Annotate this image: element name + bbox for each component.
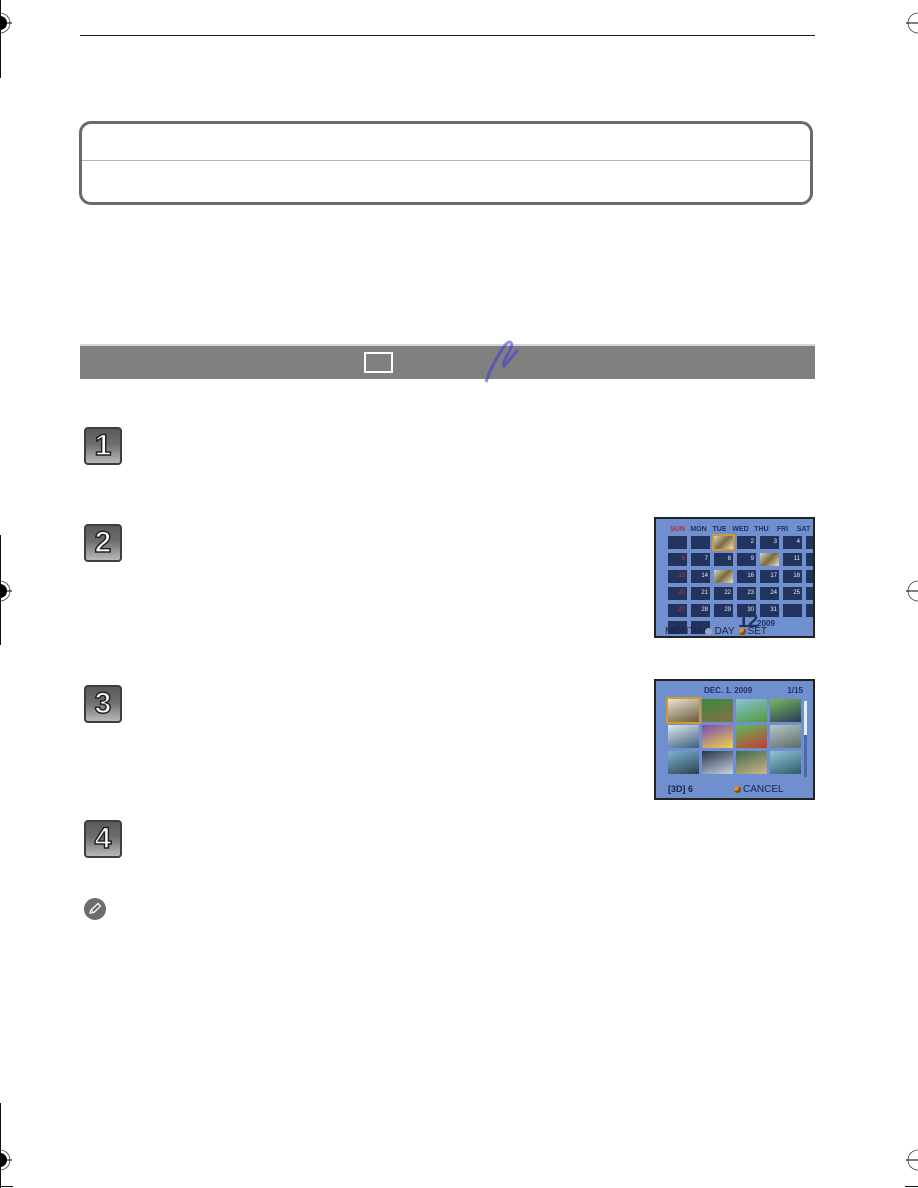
- calendar-day-9[interactable]: 9: [737, 553, 756, 566]
- calendar-day-22[interactable]: 22: [714, 587, 733, 600]
- title-box-divider: [82, 160, 810, 161]
- step-2-badge: 2: [84, 524, 122, 562]
- calendar-footer: MONTH DAY SET: [665, 626, 767, 637]
- calendar-day-19[interactable]: 19: [806, 570, 813, 583]
- menu-set-button-icon: [734, 786, 741, 793]
- thumbnail-person-on-lawn[interactable]: [702, 699, 733, 722]
- thumbnail-person-outdoors[interactable]: [770, 699, 801, 722]
- calendar-day-20[interactable]: 20: [668, 587, 687, 600]
- registration-mark-middle-left: [0, 578, 13, 604]
- calendar-day-31[interactable]: 31: [760, 604, 779, 617]
- thumbnail-grid: [666, 697, 801, 774]
- weekday-fri: FRI: [776, 526, 789, 533]
- cancel-label: CANCEL: [743, 784, 784, 795]
- calendar-day-13[interactable]: 13: [668, 570, 687, 583]
- calendar-day-18[interactable]: 18: [783, 570, 802, 583]
- playback-mode-icon: [364, 352, 393, 373]
- thumbnail-family-closeup[interactable]: [736, 751, 767, 774]
- crop-mark-bottom-right: [905, 1186, 918, 1187]
- calendar-day-29[interactable]: 29: [714, 604, 733, 617]
- step-1-badge: 1: [84, 427, 122, 465]
- menu-set-button-icon: [738, 628, 746, 635]
- calendar-day-12[interactable]: 12: [806, 553, 813, 566]
- thumbnail-couple-beach[interactable]: [668, 751, 699, 774]
- calendar-day-10[interactable]: [760, 553, 779, 566]
- thumbnail-page-counter: 1/15: [787, 686, 803, 695]
- thumbnail-seaside-walk[interactable]: [770, 751, 801, 774]
- calendar-day-5[interactable]: 5: [806, 536, 813, 549]
- thumbnail-bride-portrait[interactable]: [666, 697, 701, 724]
- calendar-empty-cell: [806, 604, 813, 617]
- header-rule: [80, 35, 815, 36]
- calendar-day-14[interactable]: 14: [691, 570, 710, 583]
- registration-mark-top-right: [905, 10, 918, 36]
- thumbnail-beach-shore[interactable]: [770, 725, 801, 748]
- step-2-number: 2: [94, 526, 112, 559]
- calendar-day-6[interactable]: 6: [668, 553, 687, 566]
- crop-mark-bottom-left: [0, 1186, 13, 1187]
- calendar-day-11[interactable]: 11: [783, 553, 802, 566]
- thumbnail-child-red-shirt[interactable]: [736, 725, 767, 748]
- calendar-weekday-row: SUN MON TUE WED THU FRI SAT: [667, 526, 813, 533]
- thumbnail-date: DEC. 1. 2009: [704, 686, 753, 695]
- display-mode-indicator: [3D] 6: [668, 784, 694, 794]
- set-label: SET: [747, 626, 767, 637]
- weekday-wed: WED: [732, 526, 749, 533]
- calendar-day-28[interactable]: 28: [691, 604, 710, 617]
- day-label: DAY: [714, 626, 735, 637]
- thumbnail-screen: DEC. 1. 2009 1/15 [3D] 6 CANCEL: [654, 679, 815, 800]
- calendar-day-15[interactable]: [714, 570, 733, 583]
- calendar-day-3[interactable]: 3: [760, 536, 779, 549]
- crop-mark-left-bottom: [0, 1103, 1, 1188]
- calendar-screen: SUNMONTUEWEDTHUFRISAT 234567891112131416…: [654, 517, 815, 638]
- calendar-day-8[interactable]: 8: [714, 553, 733, 566]
- calendar-empty-cell: [691, 536, 710, 549]
- step-3-number: 3: [94, 687, 112, 720]
- calendar-day-24[interactable]: 24: [760, 587, 779, 600]
- registration-mark-top-left: [0, 10, 13, 36]
- scrollbar-thumb: [804, 701, 807, 735]
- weekday-sat: SAT: [796, 526, 811, 533]
- thumbnail-purple-flower[interactable]: [702, 725, 733, 748]
- thumbnail-child-laughing[interactable]: [668, 725, 699, 748]
- calendar-day-16[interactable]: 16: [737, 570, 756, 583]
- registration-mark-bottom-left: [0, 1147, 13, 1173]
- up-down-arrow-icon: [704, 628, 712, 635]
- weekday-thu: THU: [754, 526, 769, 533]
- weekday-tue: TUE: [712, 526, 727, 533]
- calendar-day-25[interactable]: 25: [783, 587, 802, 600]
- thumbnail-garden-field[interactable]: [736, 699, 767, 722]
- weekday-mon: MON: [690, 526, 707, 533]
- calendar-day-7[interactable]: 7: [691, 553, 710, 566]
- calendar-day-21[interactable]: 21: [691, 587, 710, 600]
- calendar-day-23[interactable]: 23: [737, 587, 756, 600]
- calendar-day-1[interactable]: [712, 534, 735, 551]
- watermark-mark: [484, 340, 520, 383]
- calendar-day-17[interactable]: 17: [760, 570, 779, 583]
- calendar-day-4[interactable]: 4: [783, 536, 802, 549]
- pencil-note-icon: [84, 898, 106, 920]
- calendar-empty-cell: [668, 536, 687, 549]
- step-1-number: 1: [94, 429, 112, 462]
- weekday-sun: SUN: [670, 526, 685, 533]
- step-4-number: 4: [94, 822, 112, 855]
- thumbnail-scrollbar: [804, 701, 807, 777]
- step-4-badge: 4: [84, 820, 122, 858]
- title-box: [79, 121, 813, 205]
- month-label: MONTH: [665, 626, 702, 637]
- registration-mark-bottom-right: [905, 1147, 918, 1173]
- calendar-day-26[interactable]: 26: [806, 587, 813, 600]
- section-header-bar: [80, 344, 815, 379]
- calendar-day-27[interactable]: 27: [668, 604, 687, 617]
- registration-mark-middle-right: [905, 578, 918, 604]
- thumbnail-footer: CANCEL: [732, 784, 784, 795]
- step-3-badge: 3: [84, 685, 122, 723]
- thumbnail-group-photo[interactable]: [702, 751, 733, 774]
- calendar-day-2[interactable]: 2: [737, 536, 756, 549]
- calendar-empty-cell: [783, 604, 802, 617]
